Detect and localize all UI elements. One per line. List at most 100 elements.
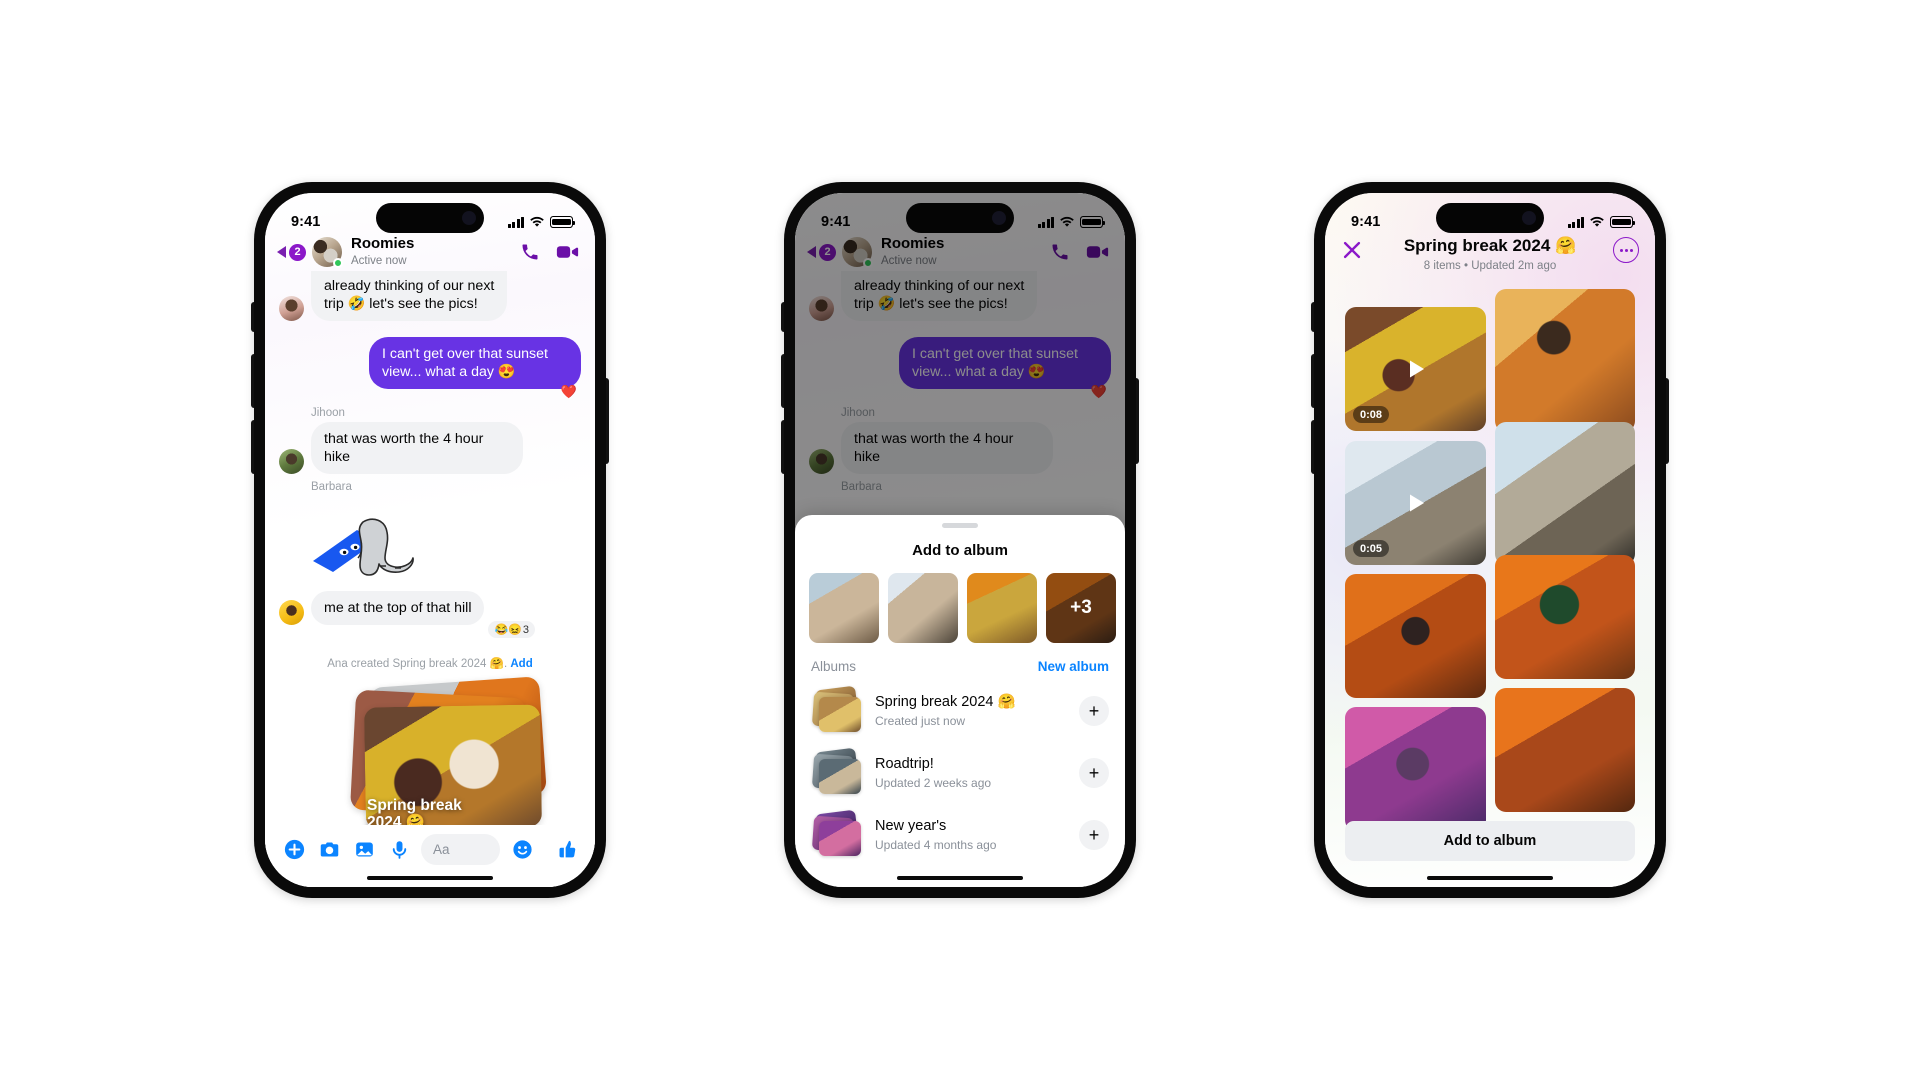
back-button[interactable]: 2 <box>277 243 306 261</box>
wifi-icon <box>1060 216 1074 227</box>
media-thumbnail[interactable] <box>967 573 1037 643</box>
add-to-album-link[interactable]: Add <box>510 658 532 670</box>
sender-name: Barbara <box>311 481 352 494</box>
dynamic-island <box>376 203 484 233</box>
status-indicators <box>507 216 576 228</box>
video-duration: 0:05 <box>1353 540 1390 557</box>
phone-2-screen: 2 Roomies Active now already thinking of… <box>795 193 1125 887</box>
album-name: Spring break 2024 🤗 <box>875 694 1016 711</box>
media-thumbnail[interactable] <box>809 573 879 643</box>
new-album-button[interactable]: New album <box>1038 659 1109 674</box>
battery-icon <box>1610 216 1636 228</box>
media-cell-photo[interactable] <box>1345 574 1486 698</box>
sticker-message[interactable] <box>265 496 595 591</box>
add-to-album-button[interactable]: Add to album <box>1345 821 1635 861</box>
mute-switch[interactable] <box>1311 302 1314 332</box>
add-to-album-button[interactable]: + <box>1079 820 1109 850</box>
message-input[interactable]: Aa <box>421 833 500 865</box>
sender-name: Jihoon <box>311 407 345 420</box>
media-thumbnail[interactable] <box>888 573 958 643</box>
volume-up-button[interactable] <box>1311 354 1314 408</box>
mute-switch[interactable] <box>251 302 254 332</box>
album-text-block: Roadtrip! Updated 2 weeks ago <box>875 756 1079 789</box>
message-row[interactable]: I can't get over that sunset view... wha… <box>265 337 595 390</box>
message-bubble[interactable]: already thinking of our next trip 🤣 let'… <box>311 271 508 322</box>
emoji-smiley-icon[interactable] <box>507 834 537 864</box>
mute-switch[interactable] <box>781 302 784 332</box>
albums-label: Albums <box>811 659 857 674</box>
message-row[interactable]: already thinking of our next trip 🤣 let'… <box>265 271 595 322</box>
album-list-item[interactable]: Spring break 2024 🤗 Created just now + <box>795 680 1125 742</box>
unread-badge: 2 <box>289 243 306 261</box>
volume-up-button[interactable] <box>251 354 254 408</box>
volume-up-button[interactable] <box>781 354 784 408</box>
media-cell-photo[interactable] <box>1494 688 1635 812</box>
chat-title-block[interactable]: Roomies Active now <box>351 235 520 268</box>
album-list-item[interactable]: New year's Updated 4 months ago + <box>795 804 1125 866</box>
add-to-album-button[interactable]: + <box>1079 758 1109 788</box>
power-button[interactable] <box>1136 378 1139 464</box>
home-indicator <box>1427 875 1553 880</box>
media-cell-photo[interactable] <box>1494 422 1635 565</box>
album-subtitle: Updated 2 weeks ago <box>875 775 992 790</box>
power-button[interactable] <box>606 378 609 464</box>
microphone-icon[interactable] <box>384 834 414 864</box>
video-duration: 0:08 <box>1353 406 1390 423</box>
album-card-title: Spring break 2024 🤗 <box>367 796 462 825</box>
album-media-grid[interactable]: 0:08 0:05 <box>1325 289 1655 887</box>
more-dots-icon[interactable] <box>1613 237 1639 263</box>
media-cell-photo[interactable] <box>1494 289 1635 432</box>
message-row[interactable]: me at the top of that hill <box>265 591 595 626</box>
camera-icon[interactable] <box>314 834 344 864</box>
message-list[interactable]: already thinking of our next trip 🤣 let'… <box>265 271 595 825</box>
add-to-album-button[interactable]: + <box>1079 696 1109 726</box>
message-row[interactable]: that was worth the 4 hour hike <box>265 422 595 475</box>
status-indicators <box>1567 216 1636 228</box>
media-cell-photo[interactable] <box>1345 707 1486 831</box>
group-avatar[interactable] <box>312 237 343 268</box>
selected-media-strip: +3 <box>795 559 1125 643</box>
message-bubble[interactable]: I can't get over that sunset view... wha… <box>369 337 581 390</box>
albums-section-header: Albums New album <box>795 643 1125 680</box>
media-cell-photo[interactable] <box>1494 555 1635 679</box>
album-subtitle: Updated 4 months ago <box>875 837 997 852</box>
album-share-card[interactable]: Spring break 2024 🤗 <box>341 676 581 825</box>
cellular-signal-icon <box>507 216 524 228</box>
album-subtitle: Created just now <box>875 713 966 728</box>
elephant-sticker-icon <box>313 518 414 576</box>
volume-down-button[interactable] <box>781 420 784 474</box>
album-thumbnail-stack <box>811 685 863 734</box>
album-list-item[interactable]: Roadtrip! Updated 2 weeks ago + <box>795 742 1125 804</box>
wifi-icon <box>530 216 544 227</box>
chevron-left-icon <box>277 246 286 258</box>
online-status-dot <box>333 258 343 268</box>
cellular-signal-icon <box>1037 216 1054 228</box>
plus-circle-icon[interactable] <box>279 834 309 864</box>
volume-down-button[interactable] <box>251 420 254 474</box>
volume-down-button[interactable] <box>1311 420 1314 474</box>
thumbs-up-icon[interactable] <box>551 834 581 864</box>
reaction-pill[interactable]: 😂😖 3 <box>488 621 535 639</box>
phone-1-conversation: 9:41 2 Roomies Active now already thinki… <box>251 182 609 898</box>
photo-gallery-icon[interactable] <box>349 834 379 864</box>
album-text-block: Spring break 2024 🤗 Created just now <box>875 694 1079 727</box>
message-bubble[interactable]: that was worth the 4 hour hike <box>311 422 523 475</box>
media-cell-video[interactable]: 0:08 <box>1345 307 1486 431</box>
close-x-icon[interactable] <box>1341 239 1363 261</box>
status-time: 9:41 <box>291 214 321 230</box>
chat-header-actions <box>520 242 579 262</box>
battery-icon <box>550 216 576 228</box>
power-button[interactable] <box>1666 378 1669 464</box>
media-thumbnail-overflow[interactable]: +3 <box>1046 573 1116 643</box>
phone-icon[interactable] <box>520 242 540 262</box>
album-meta: 8 items • Updated 2m ago <box>1423 260 1557 272</box>
sheet-drag-handle[interactable] <box>942 523 978 528</box>
system-message: Ana created Spring break 2024 🤗. Add <box>265 656 595 670</box>
phone-3-screen: 9:41 Spring break 2024 🤗 8 items • Updat… <box>1325 193 1655 887</box>
video-camera-icon[interactable] <box>556 242 579 262</box>
media-cell-video[interactable]: 0:05 <box>1345 441 1486 565</box>
message-bubble[interactable]: me at the top of that hill <box>311 591 485 626</box>
play-icon[interactable] <box>1400 488 1430 518</box>
play-icon[interactable] <box>1400 354 1430 384</box>
dynamic-island <box>1436 203 1544 233</box>
